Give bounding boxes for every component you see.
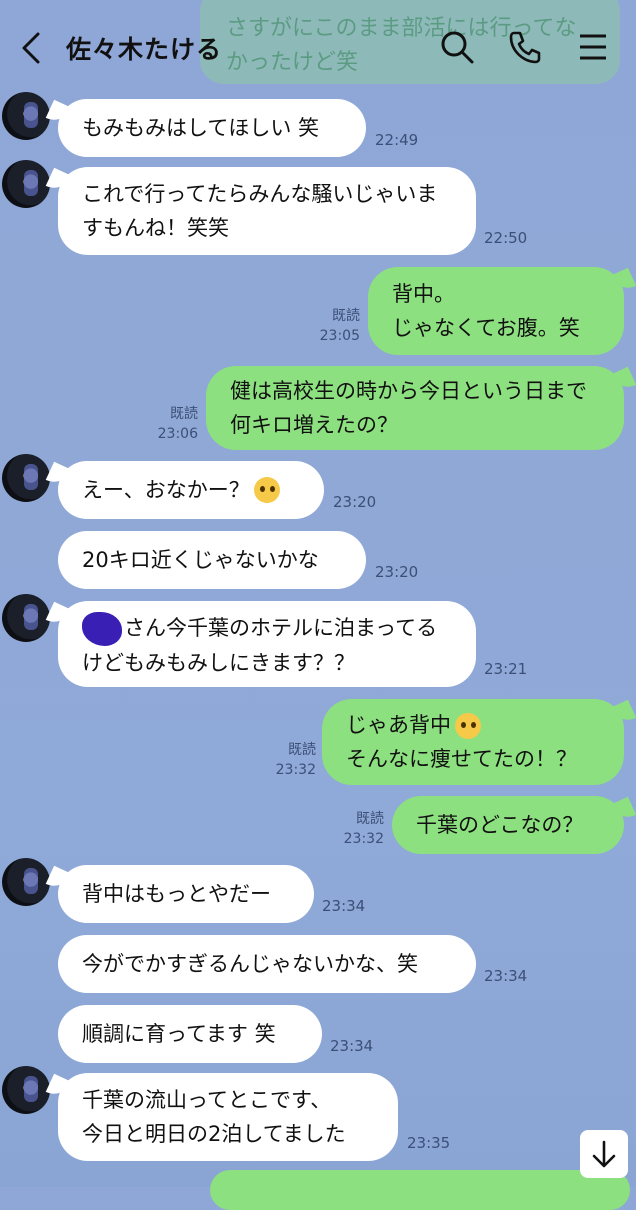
message-text: もみもみはしてほしい 笑 xyxy=(82,116,320,140)
message-bubble[interactable]: これで行ってたらみんな騒いじゃいますもんね！笑笑 xyxy=(58,167,476,255)
redaction-mark xyxy=(82,612,122,646)
message-text: 千葉の流山ってとこです、 今日と明日の2泊してました xyxy=(82,1088,346,1146)
message-text: 健は高校生の時から今日という日まで何キロ増えたの？ xyxy=(230,379,587,437)
message-time: 23:35 xyxy=(407,1134,451,1152)
message-bubble-partial xyxy=(210,1170,630,1210)
message-bubble[interactable]: 千葉のどこなの？ xyxy=(392,796,624,854)
message-bubble[interactable]: 20キロ近くじゃないかな xyxy=(58,531,366,589)
message-bubble[interactable]: もみもみはしてほしい 笑 xyxy=(58,99,366,157)
message-time: 22:49 xyxy=(375,131,419,149)
menu-icon[interactable] xyxy=(574,28,612,66)
message-text: これで行ってたらみんな騒いじゃいますもんね！笑笑 xyxy=(82,182,438,240)
message-bubble[interactable]: えー、おなかー？ xyxy=(58,461,324,519)
arrow-down-icon xyxy=(592,1140,616,1168)
search-icon[interactable] xyxy=(438,28,476,66)
avatar[interactable] xyxy=(2,454,50,502)
message-time: 23:21 xyxy=(484,660,528,678)
kissing-face-icon xyxy=(455,713,481,739)
message-bubble[interactable]: じゃあ背中 そんなに痩せてたの！？ xyxy=(322,699,624,785)
read-receipt: 既読 23:06 xyxy=(157,406,198,442)
read-receipt: 既読 23:05 xyxy=(319,308,360,344)
message-text: 今がでかすぎるんじゃないかな、笑 xyxy=(82,952,418,976)
message-text: 順調に育ってます 笑 xyxy=(82,1022,276,1046)
message-time: 23:34 xyxy=(484,967,528,985)
message-time: 23:34 xyxy=(330,1037,374,1055)
chat-header: 佐々木たける xyxy=(0,0,636,96)
message-bubble[interactable]: 千葉の流山ってとこです、 今日と明日の2泊してました xyxy=(58,1073,398,1161)
pleading-face-icon xyxy=(253,477,280,503)
phone-icon[interactable] xyxy=(506,28,544,66)
message-text: 背中。 じゃなくてお腹。笑 xyxy=(392,282,580,340)
message-time: 22:50 xyxy=(484,229,528,247)
message-time: 23:20 xyxy=(333,493,377,511)
message-bubble[interactable]: 背中。 じゃなくてお腹。笑 xyxy=(368,267,624,355)
message-text: 千葉のどこなの？ xyxy=(416,813,584,837)
avatar[interactable] xyxy=(2,160,50,208)
message-text: 背中はもっとやだー xyxy=(82,882,271,906)
message-text-line: そんなに痩せてたの！？ xyxy=(346,747,577,771)
message-text: えー、おなかー？ xyxy=(82,478,250,502)
message-text-line: じゃあ背中 xyxy=(346,708,481,742)
message-time: 23:34 xyxy=(322,897,366,915)
avatar[interactable] xyxy=(2,858,50,906)
message-text: 20キロ近くじゃないかな xyxy=(82,548,319,572)
message-bubble[interactable]: 健は高校生の時から今日という日まで何キロ増えたの？ xyxy=(206,366,624,450)
read-receipt: 既読 23:32 xyxy=(343,811,384,847)
chat-title: 佐々木たける xyxy=(66,35,223,64)
message-time: 23:20 xyxy=(375,563,419,581)
read-receipt: 既読 23:32 xyxy=(275,742,316,778)
scroll-to-bottom-button[interactable] xyxy=(580,1130,628,1178)
message-text: さん今千葉のホテルに泊まってるけどもみもみしにきます？？ xyxy=(82,611,452,680)
avatar[interactable] xyxy=(2,594,50,642)
message-bubble[interactable]: 順調に育ってます 笑 xyxy=(58,1005,322,1063)
chevron-left-icon[interactable] xyxy=(14,28,48,68)
avatar[interactable] xyxy=(2,1066,50,1114)
message-bubble[interactable]: 背中はもっとやだー xyxy=(58,865,314,923)
message-bubble[interactable]: 今がでかすぎるんじゃないかな、笑 xyxy=(58,935,476,993)
avatar[interactable] xyxy=(2,92,50,140)
message-bubble[interactable]: さん今千葉のホテルに泊まってるけどもみもみしにきます？？ xyxy=(58,601,476,687)
